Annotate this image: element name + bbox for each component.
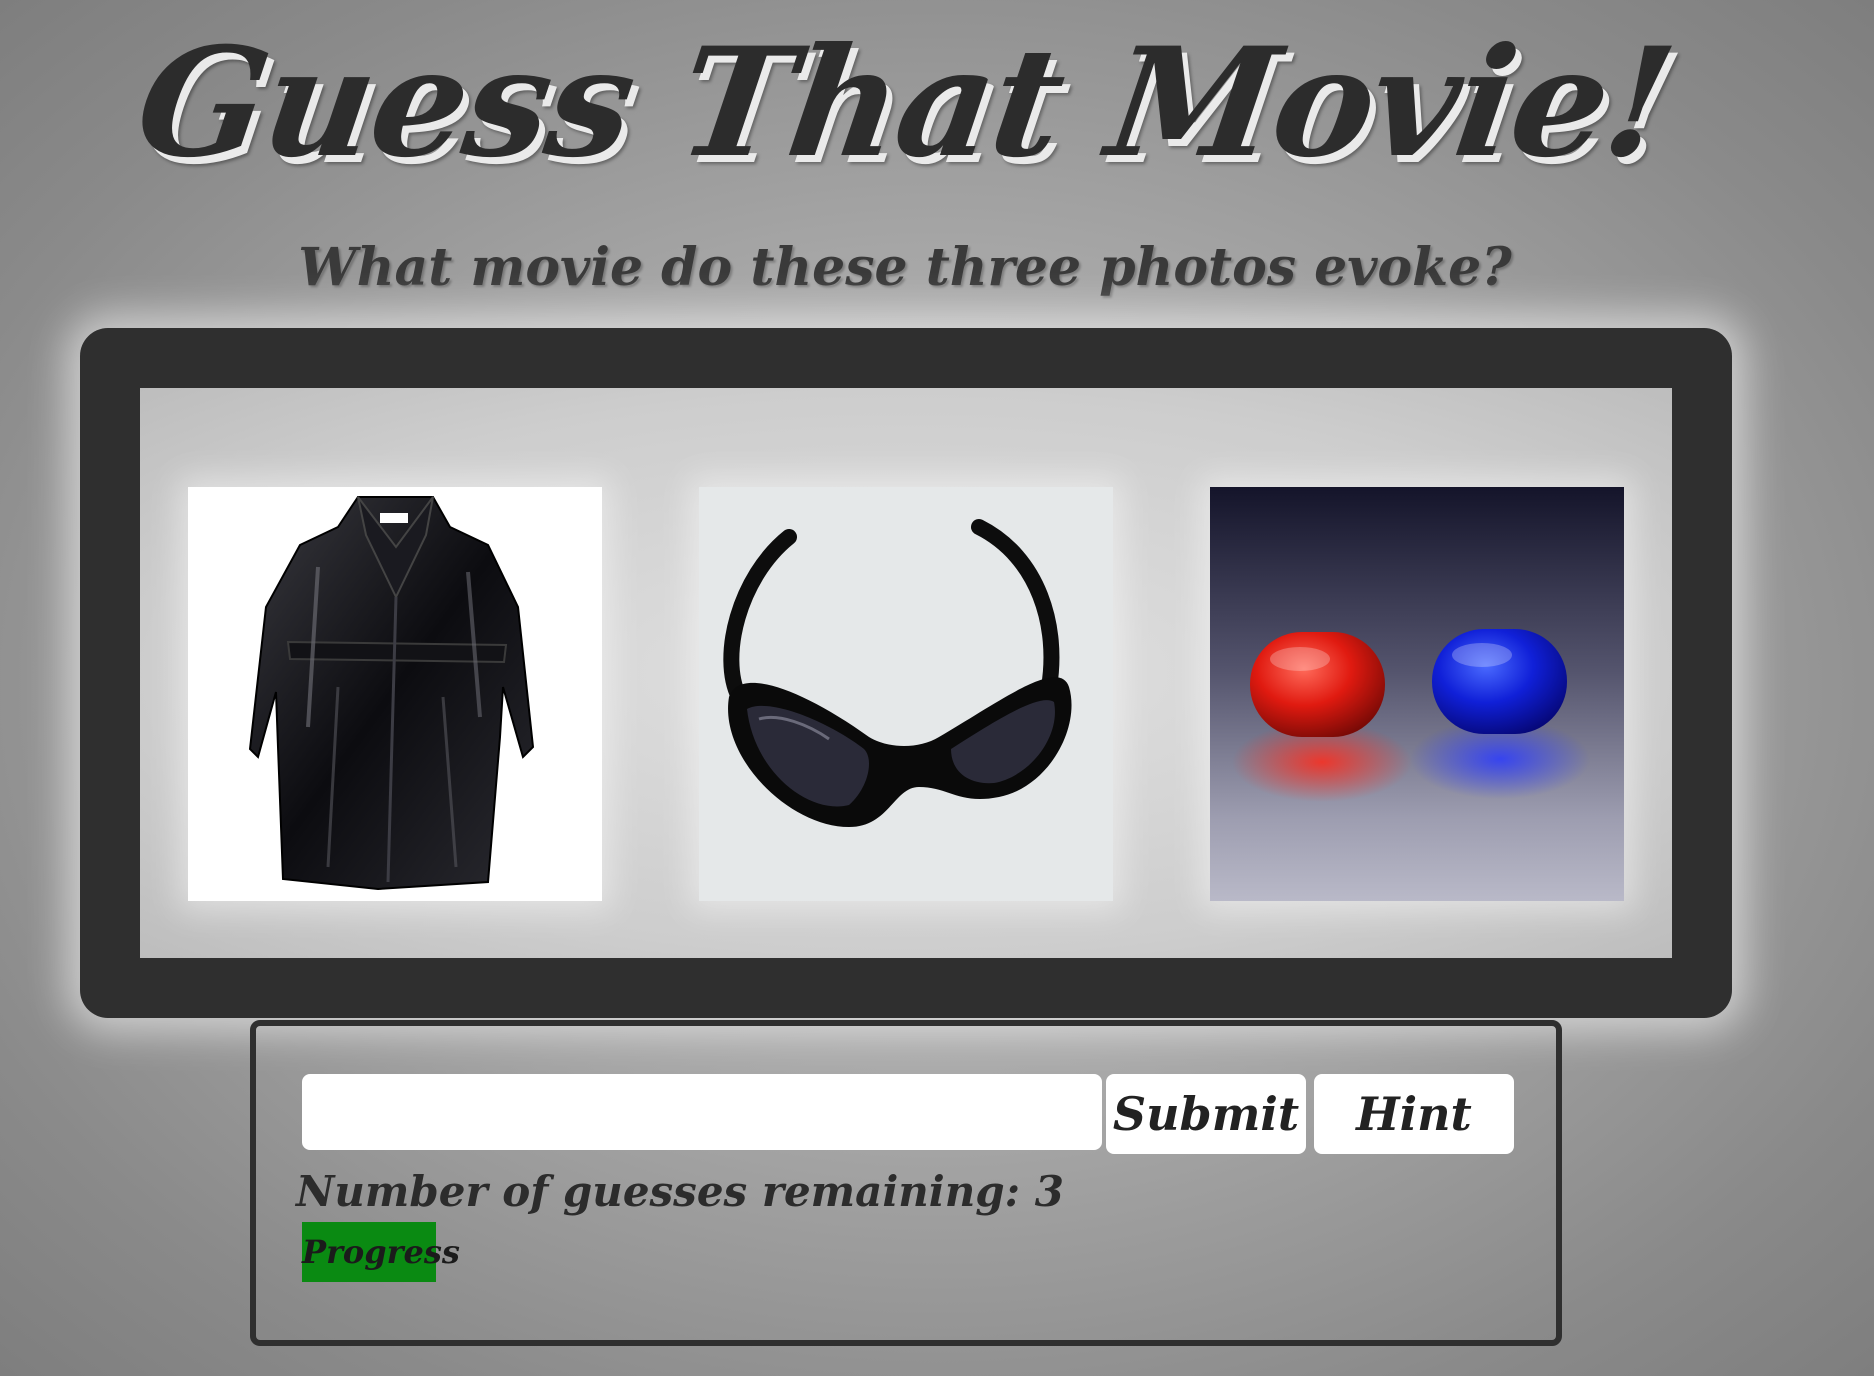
page-subtitle: What movie do these three photos evoke? xyxy=(298,237,1512,298)
red-and-blue-pills-photo xyxy=(1210,487,1624,901)
photo-frame xyxy=(80,328,1732,1018)
black-sunglasses-photo xyxy=(699,487,1113,901)
progress-bar: Progress xyxy=(302,1222,460,1282)
progress-label: Progress xyxy=(302,1233,460,1271)
guesses-remaining-text: Number of guesses remaining: 3 xyxy=(296,1167,1065,1216)
black-trench-coat-photo xyxy=(188,487,602,901)
hint-button[interactable]: Hint xyxy=(1314,1074,1514,1154)
guess-input[interactable] xyxy=(302,1074,1102,1150)
guess-panel: Submit Hint Number of guesses remaining:… xyxy=(250,1020,1562,1346)
sunglasses-icon xyxy=(723,519,1072,827)
red-blue-pills-icon xyxy=(1232,629,1590,802)
page-title: Guess That Movie! xyxy=(127,15,1683,191)
trench-coat-icon xyxy=(248,496,535,891)
submit-button[interactable]: Submit xyxy=(1106,1074,1306,1154)
photo-panel xyxy=(140,388,1672,958)
